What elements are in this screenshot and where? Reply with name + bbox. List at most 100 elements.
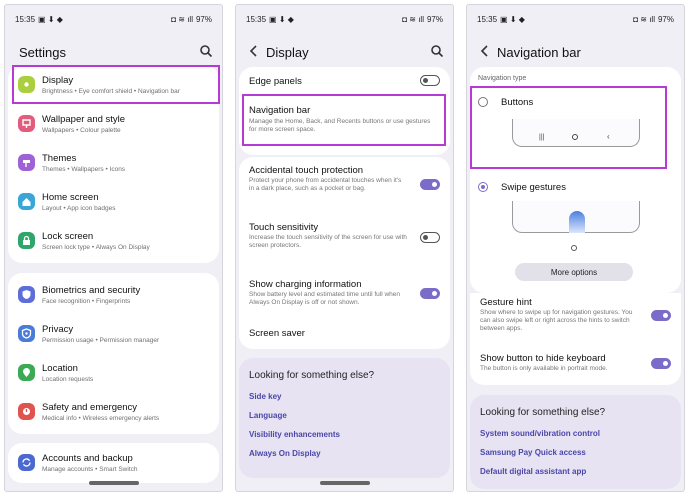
back-icon[interactable] — [247, 44, 261, 58]
emergency-icon — [18, 403, 35, 420]
settings-item-label: Location — [42, 363, 78, 374]
status-time: 15:35 — [15, 14, 36, 24]
settings-item-safety-and-emergency[interactable]: Safety and emergency Medical info • Wirel… — [8, 397, 219, 431]
battery-level: 97% — [426, 14, 443, 24]
status-time: 15:35 — [246, 14, 267, 24]
status-bar: 15:35 ▣ ⬇ ◆ ◘ ≋ ıll 97% — [246, 13, 443, 25]
link-always-on-display[interactable]: Always On Display — [249, 449, 321, 458]
display-group-2: Accidental touch protection Protect your… — [239, 157, 450, 349]
gesture-bar — [89, 481, 139, 485]
settings-item-label: Safety and emergency — [42, 402, 138, 413]
touch-sensitivity-row[interactable]: Touch sensitivity Increase the touch sen… — [239, 214, 450, 270]
settings-group-3: Accounts and backup Manage accounts • Sma… — [8, 443, 219, 483]
link-system-sound[interactable]: System sound/vibration control — [480, 429, 600, 438]
notification-icons: ▣ ⬇ ◆ — [500, 14, 525, 24]
edge-panels-label: Edge panels — [249, 76, 302, 87]
settings-item-subtitle: Layout • App icon badges — [42, 205, 116, 212]
settings-item-subtitle: Permission usage • Permission manager — [42, 337, 160, 344]
signal-icons: ◘ ≋ ıll — [171, 14, 193, 24]
status-bar: 15:35 ▣ ⬇ ◆ ◘ ≋ ıll 97% — [477, 13, 674, 25]
looking-for-card: Looking for something else? System sound… — [470, 395, 681, 489]
home-icon — [18, 193, 35, 210]
swipe-hint-icon — [569, 211, 585, 233]
page-title: Navigation bar — [497, 45, 581, 60]
status-time: 15:35 — [477, 14, 498, 24]
link-samsung-pay[interactable]: Samsung Pay Quick access — [480, 448, 586, 457]
accidental-touch-desc: Protect your phone from accidental touch… — [249, 177, 402, 192]
page-indicator-dot — [571, 245, 577, 251]
screen-saver-row[interactable]: Screen saver — [239, 323, 450, 347]
themes-icon — [18, 154, 35, 171]
settings-item-subtitle: Location requests — [42, 376, 94, 383]
gesture-hint-toggle[interactable] — [651, 310, 671, 321]
settings-item-label: Lock screen — [42, 231, 94, 242]
gesture-hint-row[interactable]: Gesture hint Show where to swipe up for … — [470, 293, 681, 341]
navigation-bar-screen: 15:35 ▣ ⬇ ◆ ◘ ≋ ıll 97% Navigation bar Nav… — [466, 4, 685, 492]
buttons-highlight — [470, 86, 667, 169]
charging-info-label: Show charging information — [249, 279, 362, 290]
touch-sensitivity-toggle[interactable] — [420, 232, 440, 243]
charging-info-row[interactable]: Show charging information Show battery l… — [239, 272, 450, 324]
status-bar: 15:35 ▣ ⬇ ◆ ◘ ≋ ıll 97% — [15, 13, 212, 25]
settings-item-label: Themes — [42, 153, 77, 164]
hide-keyboard-toggle[interactable] — [651, 358, 671, 369]
navigation-type-label: Navigation type — [478, 75, 527, 82]
swipe-gestures-radio[interactable] — [478, 182, 488, 192]
display-screen: 15:35 ▣ ⬇ ◆ ◘ ≋ ıll 97% Display Edge panel… — [235, 4, 454, 492]
settings-item-privacy[interactable]: Privacy Permission usage • Permission man… — [8, 319, 219, 353]
gesture-hint-label: Gesture hint — [480, 297, 532, 308]
settings-item-subtitle: Face recognition • Fingerprints — [42, 298, 131, 305]
hide-keyboard-row[interactable]: Show button to hide keyboard The button … — [470, 345, 681, 381]
navigation-bar-highlight — [242, 94, 446, 146]
settings-item-location[interactable]: Location Location requests — [8, 358, 219, 392]
link-language[interactable]: Language — [249, 411, 287, 420]
settings-item-subtitle: Manage accounts • Smart Switch — [42, 466, 138, 473]
settings-item-wallpaper-and-style[interactable]: Wallpaper and style Wallpapers • Colour p… — [8, 109, 219, 143]
settings-group-2: Biometrics and security Face recognition … — [8, 273, 219, 434]
more-options-button[interactable]: More options — [515, 263, 633, 281]
gesture-hint-desc: Show where to swipe up for navigation ge… — [480, 309, 633, 332]
settings-item-home-screen[interactable]: Home screen Layout • App icon badges — [8, 187, 219, 221]
charging-info-toggle[interactable] — [420, 288, 440, 299]
settings-item-subtitle: Themes • Wallpapers • Icons — [42, 166, 126, 173]
looking-for-card: Looking for something else? Side key Lan… — [239, 358, 450, 478]
settings-item-lock-screen[interactable]: Lock screen Screen lock type • Always On … — [8, 226, 219, 260]
location-icon — [18, 364, 35, 381]
edge-panels-row[interactable]: Edge panels — [239, 67, 450, 95]
settings-item-accounts-and-backup[interactable]: Accounts and backup Manage accounts • Sma… — [8, 448, 219, 482]
privacy-icon — [18, 325, 35, 342]
accidental-touch-toggle[interactable] — [420, 179, 440, 190]
charging-info-desc: Show battery level and estimated time un… — [249, 291, 401, 306]
settings-item-label: Home screen — [42, 192, 99, 203]
settings-item-label: Privacy — [42, 324, 74, 335]
palette-icon — [18, 115, 35, 132]
battery-level: 97% — [195, 14, 212, 24]
settings-screen: 15:35 ▣ ⬇ ◆ ◘ ≋ ıll 97% Settings Display Br… — [4, 4, 223, 492]
looking-for-title: Looking for something else? — [249, 370, 375, 381]
search-icon[interactable] — [199, 44, 213, 58]
navigation-type-card: Navigation type Buttons ||| ‹ Swipe gest… — [470, 67, 681, 293]
hide-keyboard-label: Show button to hide keyboard — [480, 353, 606, 364]
swipe-gestures-option[interactable]: Swipe gestures More options — [470, 177, 681, 287]
settings-item-label: Accounts and backup — [42, 453, 133, 464]
swipe-preview — [512, 201, 640, 233]
gesture-bar — [320, 481, 370, 485]
signal-icons: ◘ ≋ ıll — [402, 14, 424, 24]
notification-icons: ▣ ⬇ ◆ — [269, 14, 294, 24]
battery-level: 97% — [657, 14, 674, 24]
search-icon[interactable] — [430, 44, 444, 58]
settings-item-biometrics-and-security[interactable]: Biometrics and security Face recognition … — [8, 280, 219, 314]
accidental-touch-row[interactable]: Accidental touch protection Protect your… — [239, 157, 450, 213]
settings-item-themes[interactable]: Themes Themes • Wallpapers • Icons — [8, 148, 219, 182]
link-digital-assistant[interactable]: Default digital assistant app — [480, 467, 586, 476]
touch-sensitivity-desc: Increase the touch sensitivity of the sc… — [249, 234, 407, 249]
signal-icons: ◘ ≋ ıll — [633, 14, 655, 24]
display-highlight — [12, 65, 220, 104]
back-icon[interactable] — [478, 44, 492, 58]
edge-panels-toggle[interactable] — [420, 75, 440, 86]
link-visibility-enhancements[interactable]: Visibility enhancements — [249, 430, 340, 439]
link-side-key[interactable]: Side key — [249, 392, 281, 401]
notification-icons: ▣ ⬇ ◆ — [38, 14, 63, 24]
sync-icon — [18, 454, 35, 471]
accidental-touch-label: Accidental touch protection — [249, 165, 364, 176]
